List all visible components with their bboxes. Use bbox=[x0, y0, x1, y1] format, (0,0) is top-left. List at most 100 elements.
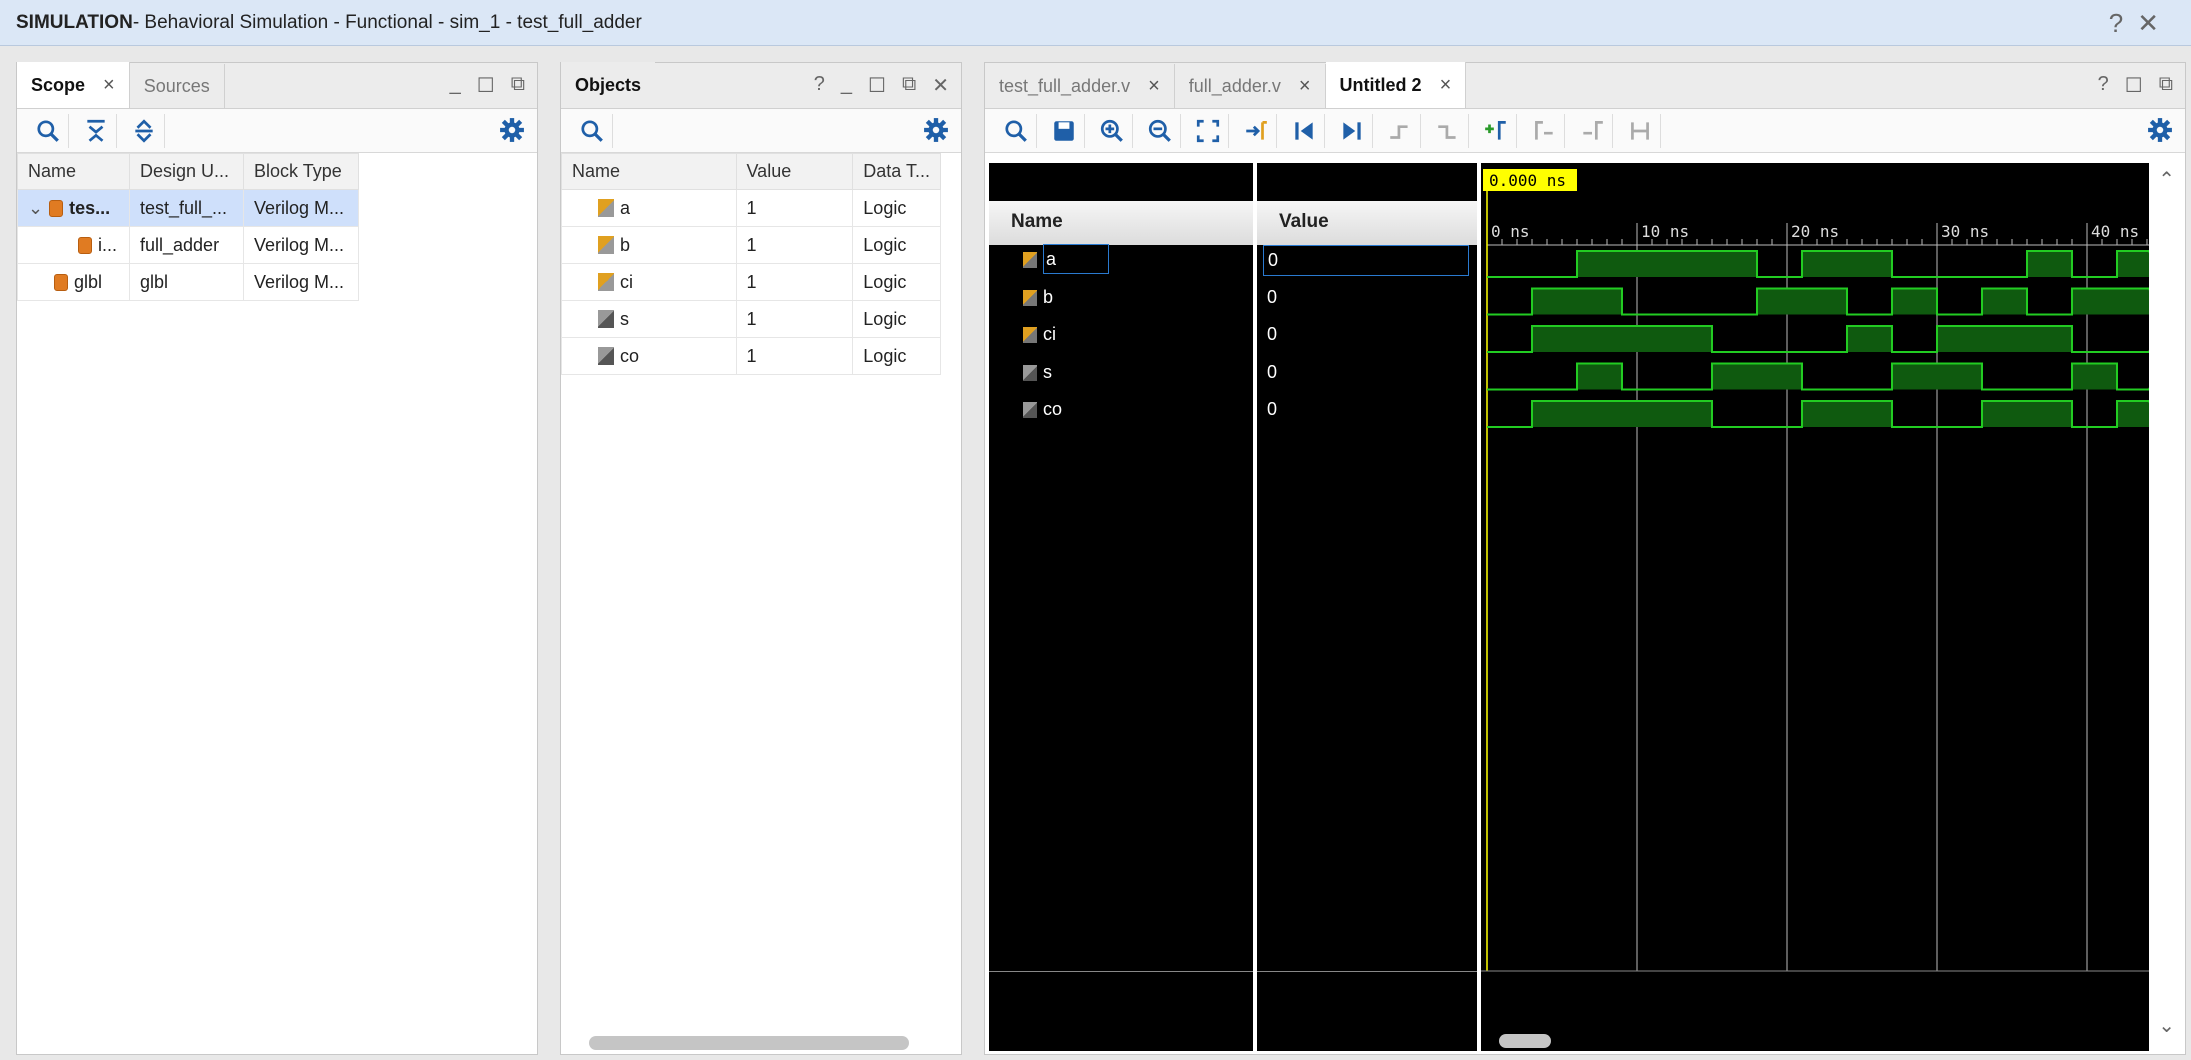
maximize-icon[interactable]: ☐ bbox=[477, 73, 495, 98]
next-marker-button[interactable] bbox=[1571, 113, 1613, 148]
save-button[interactable] bbox=[1043, 113, 1085, 148]
expand-all-button[interactable] bbox=[123, 113, 165, 148]
close-icon[interactable]: × bbox=[1299, 75, 1311, 98]
zoom-fit-button[interactable] bbox=[1187, 113, 1229, 148]
close-icon[interactable]: ✕ bbox=[2137, 8, 2173, 38]
module-icon bbox=[54, 273, 68, 291]
help-icon[interactable]: ? bbox=[2109, 8, 2137, 38]
search-button[interactable] bbox=[571, 113, 613, 148]
panel-window-controls: ? _ ☐ ⧉ ✕ bbox=[814, 73, 949, 98]
signal-name-a[interactable]: a bbox=[1023, 244, 1110, 274]
wave-high-fill bbox=[1667, 326, 1712, 352]
minimize-icon[interactable]: _ bbox=[450, 73, 461, 98]
panel-window-controls: _ ☐ ⧉ bbox=[450, 73, 525, 98]
horizontal-scrollbar[interactable] bbox=[589, 1036, 909, 1050]
float-icon[interactable]: ⧉ bbox=[2159, 73, 2173, 98]
signal-name-ci[interactable]: ci bbox=[1023, 324, 1056, 345]
wave-high-fill bbox=[1622, 251, 1667, 277]
search-icon bbox=[36, 119, 59, 142]
zoom-out-button[interactable] bbox=[1139, 113, 1181, 148]
settings-button[interactable] bbox=[499, 117, 525, 148]
name-column-header[interactable]: Name bbox=[989, 201, 1253, 245]
panel-window-controls: ? ☐ ⧉ bbox=[2098, 73, 2173, 98]
minimize-icon[interactable]: _ bbox=[841, 73, 852, 98]
column-header[interactable]: Block Type bbox=[243, 153, 359, 190]
go-to-start-button[interactable] bbox=[1283, 113, 1325, 148]
wave-high-fill bbox=[1622, 326, 1667, 352]
ruler-label: 40 ns bbox=[2091, 222, 2139, 241]
maximize-icon[interactable]: ☐ bbox=[868, 73, 886, 98]
tab-full-adder[interactable]: full_adder.v × bbox=[1175, 64, 1326, 108]
swap-cursors-button[interactable] bbox=[1619, 113, 1661, 148]
signal-name-b[interactable]: b bbox=[1023, 287, 1053, 308]
next-transition-button[interactable] bbox=[1427, 113, 1469, 148]
wave-high-fill bbox=[1892, 288, 1937, 315]
wave-high-fill bbox=[1847, 326, 1892, 352]
close-icon[interactable]: × bbox=[1440, 74, 1452, 97]
wave-high-fill bbox=[1892, 363, 1937, 390]
table-row[interactable]: ⌄ tes... test_full_... Verilog M... bbox=[17, 189, 359, 227]
tab-untitled-2[interactable]: Untitled 2 × bbox=[1325, 62, 1467, 108]
signal-name-co[interactable]: co bbox=[1023, 399, 1062, 420]
collapse-all-button[interactable] bbox=[75, 113, 117, 148]
zoom-in-button[interactable] bbox=[1091, 113, 1133, 148]
chevron-down-icon[interactable]: ⌄ bbox=[28, 198, 43, 218]
scope-panel: Scope × Sources _ ☐ ⧉ Name Design U... Bloc… bbox=[16, 62, 538, 1055]
table-row[interactable]: a 1 Logic bbox=[561, 189, 941, 227]
tab-test-full-adder[interactable]: test_full_adder.v × bbox=[985, 64, 1175, 108]
table-row[interactable]: ci 1 Logic bbox=[561, 263, 941, 301]
waveform-canvas[interactable]: 0 ns 10 ns 20 ns 30 ns 40 ns 0.000 ns bbox=[1481, 163, 2149, 1051]
objects-title: Objects bbox=[561, 62, 656, 108]
tab-sources[interactable]: Sources bbox=[130, 64, 225, 108]
close-icon[interactable]: × bbox=[1148, 75, 1160, 98]
table-row[interactable]: s 1 Logic bbox=[561, 300, 941, 338]
go-to-cursor-button[interactable] bbox=[1235, 113, 1277, 148]
previous-marker-icon bbox=[1534, 120, 1553, 140]
column-header[interactable]: Data T... bbox=[852, 153, 941, 190]
float-icon[interactable]: ⧉ bbox=[902, 73, 916, 98]
column-header[interactable]: Design U... bbox=[129, 153, 244, 190]
scope-tab-bar: Scope × Sources _ ☐ ⧉ bbox=[17, 62, 537, 109]
scroll-down-icon[interactable]: ⌄ bbox=[2158, 1013, 2175, 1038]
previous-marker-button[interactable] bbox=[1523, 113, 1565, 148]
column-header[interactable]: Name bbox=[17, 153, 130, 190]
column-header[interactable]: Value bbox=[735, 153, 854, 190]
wave-high-fill bbox=[2117, 251, 2149, 277]
wave-high-fill bbox=[1577, 288, 1622, 315]
output-signal-icon bbox=[598, 309, 614, 328]
ruler-label: 10 ns bbox=[1641, 222, 1689, 241]
search-button[interactable] bbox=[995, 113, 1037, 148]
help-icon[interactable]: ? bbox=[2098, 73, 2109, 98]
tab-scope[interactable]: Scope × bbox=[17, 62, 130, 108]
signal-value-a: 0 bbox=[1263, 245, 1469, 276]
gear-icon bbox=[924, 118, 948, 142]
wave-high-fill bbox=[2027, 326, 2072, 352]
wave-high-fill bbox=[1667, 251, 1712, 277]
divider bbox=[1257, 971, 1477, 972]
scroll-up-icon[interactable]: ⌃ bbox=[2158, 167, 2175, 192]
close-icon[interactable]: ✕ bbox=[932, 73, 949, 98]
wave-high-fill bbox=[1622, 401, 1667, 427]
go-to-end-button[interactable] bbox=[1331, 113, 1373, 148]
input-signal-icon bbox=[598, 198, 614, 217]
value-column-header[interactable]: Value bbox=[1257, 201, 1477, 245]
table-row[interactable]: glbl glbl Verilog M... bbox=[17, 263, 359, 301]
waveform-horizontal-scrollbar[interactable] bbox=[1499, 1034, 1551, 1048]
title-prefix: SIMULATION bbox=[16, 11, 133, 33]
search-button[interactable] bbox=[27, 113, 69, 148]
signal-name-s[interactable]: s bbox=[1023, 362, 1052, 383]
maximize-icon[interactable]: ☐ bbox=[2125, 73, 2143, 98]
help-icon[interactable]: ? bbox=[814, 73, 825, 98]
settings-button[interactable] bbox=[923, 117, 949, 148]
table-row[interactable]: b 1 Logic bbox=[561, 226, 941, 264]
float-icon[interactable]: ⧉ bbox=[511, 73, 525, 98]
column-header[interactable]: Name bbox=[561, 153, 737, 190]
close-icon[interactable]: × bbox=[103, 74, 115, 97]
wave-high-fill bbox=[1982, 401, 2027, 427]
previous-transition-button[interactable] bbox=[1379, 113, 1421, 148]
table-row[interactable]: co 1 Logic bbox=[561, 337, 941, 375]
wave-high-fill bbox=[1577, 401, 1622, 427]
table-row[interactable]: i... full_adder Verilog M... bbox=[17, 226, 359, 264]
add-marker-button[interactable] bbox=[1475, 113, 1517, 148]
settings-button[interactable] bbox=[2147, 117, 2173, 148]
